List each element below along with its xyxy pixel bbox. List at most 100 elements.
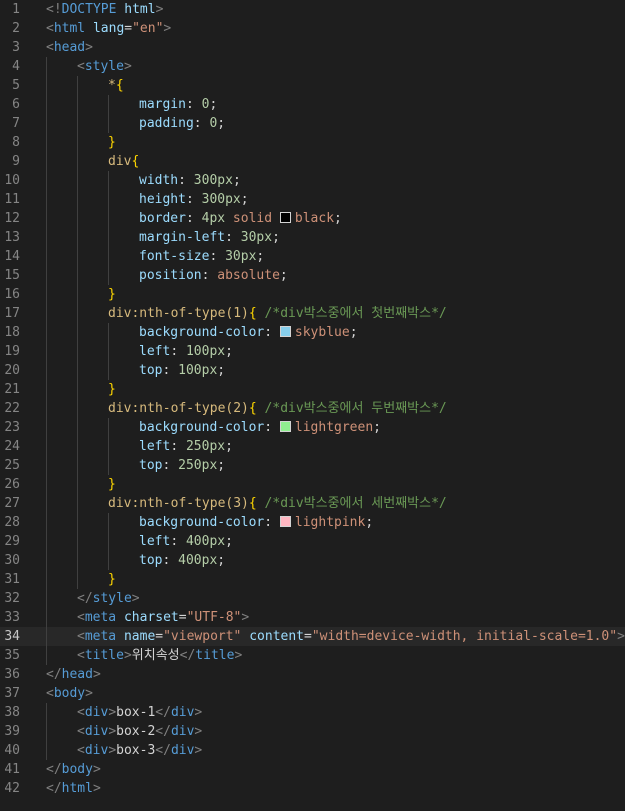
code-line[interactable]: 10 width: 300px; — [0, 171, 625, 190]
code-line[interactable]: 22 div:nth-of-type(2){ /*div박스중에서 두번째박스*/ — [0, 399, 625, 418]
code-line[interactable]: 17 div:nth-of-type(1){ /*div박스중에서 첫번째박스*/ — [0, 304, 625, 323]
indent-guide — [108, 114, 109, 133]
code-line[interactable]: 27 div:nth-of-type(3){ /*div박스중에서 세번째박스*/ — [0, 494, 625, 513]
code-token: "width=device-width, initial-scale=1.0" — [311, 629, 618, 644]
code-line[interactable]: 14 font-size: 30px; — [0, 247, 625, 266]
code-line[interactable]: 4 <style> — [0, 57, 625, 76]
code-line[interactable]: 9 div{ — [0, 152, 625, 171]
indent-guide — [108, 456, 109, 475]
indent-guide — [77, 266, 78, 285]
code-token: head — [61, 667, 93, 682]
line-number: 35 — [4, 648, 20, 663]
code-token: black — [294, 211, 335, 226]
code-line[interactable]: 12 border: 4px solid black; — [0, 209, 625, 228]
code-line[interactable]: 20 top: 100px; — [0, 361, 625, 380]
code-token: ; — [279, 268, 288, 283]
indent-guide — [77, 228, 78, 247]
color-swatch[interactable] — [279, 212, 291, 223]
code-line[interactable]: 34 <meta name="viewport" content="width=d… — [0, 627, 625, 646]
line-number: 12 — [4, 211, 20, 226]
code-token: solid — [225, 211, 280, 226]
code-token: meta — [84, 629, 117, 644]
code-token: > — [241, 610, 250, 625]
code-line[interactable]: 2 <html lang="en"> — [0, 19, 625, 38]
code-line[interactable]: 3 <head> — [0, 38, 625, 57]
indent-guide — [46, 95, 47, 114]
indent-guide — [108, 190, 109, 209]
indent-guide — [77, 380, 78, 399]
code-token: width — [139, 173, 179, 188]
code-line[interactable]: 41 </body> — [0, 760, 625, 779]
code-line[interactable]: 15 position: absolute; — [0, 266, 625, 285]
code-token: 400px — [178, 553, 218, 568]
code-token: 위치속성 — [131, 648, 180, 663]
code-editor[interactable]: 1 <!DOCTYPE html> 2 <html lang="en"> 3 <head>… — [0, 0, 625, 811]
code-line[interactable]: 42 </html> — [0, 779, 625, 798]
code-line[interactable]: 16} — [0, 285, 625, 304]
code-token: <! — [46, 2, 62, 17]
code-line[interactable]: 21} — [0, 380, 625, 399]
code-line[interactable]: 18 background-color: skyblue; — [0, 323, 625, 342]
code-line[interactable]: 39 <div>box-2</div> — [0, 722, 625, 741]
line-number: 23 — [4, 420, 20, 435]
color-swatch[interactable] — [279, 421, 291, 432]
code-token: body — [53, 686, 86, 701]
color-swatch[interactable] — [279, 516, 291, 527]
code-token: > — [108, 705, 117, 720]
code-token: /*div박스중에서 첫번째박스*/ — [256, 306, 447, 321]
code-token: : — [185, 192, 202, 207]
code-line[interactable]: 25 top: 250px; — [0, 456, 625, 475]
color-swatch[interactable] — [279, 326, 291, 337]
code-line[interactable]: 31} — [0, 570, 625, 589]
code-line[interactable]: 7 padding: 0; — [0, 114, 625, 133]
code-token: : — [185, 211, 202, 226]
code-line[interactable]: 40 <div>box-3</div> — [0, 741, 625, 760]
indent-guide — [46, 646, 47, 665]
code-line[interactable]: 29 left: 400px; — [0, 532, 625, 551]
code-token: </ — [46, 781, 62, 796]
code-line[interactable]: 32 </style> — [0, 589, 625, 608]
indent-guide — [77, 152, 78, 171]
line-number: 39 — [4, 724, 20, 739]
code-token: content — [241, 629, 305, 644]
code-line[interactable]: 19 left: 100px; — [0, 342, 625, 361]
code-token: < — [77, 648, 85, 663]
code-line[interactable]: 13 margin-left: 30px; — [0, 228, 625, 247]
code-line[interactable]: 26} — [0, 475, 625, 494]
code-line[interactable]: 23 background-color: lightgreen; — [0, 418, 625, 437]
code-line[interactable]: 24 left: 250px; — [0, 437, 625, 456]
code-token: : — [162, 458, 179, 473]
code-line[interactable]: 8} — [0, 133, 625, 152]
code-token: > — [155, 2, 164, 17]
code-line[interactable]: 11 height: 300px; — [0, 190, 625, 209]
code-line[interactable]: 28 background-color: lightpink; — [0, 513, 625, 532]
code-token: 300px — [201, 192, 241, 207]
code-line[interactable]: 1 <!DOCTYPE html> — [0, 0, 625, 19]
code-line[interactable]: 38 <div>box-1</div> — [0, 703, 625, 722]
code-token: name — [116, 629, 156, 644]
code-line[interactable]: 6 margin: 0; — [0, 95, 625, 114]
code-token: 30px — [225, 249, 257, 264]
code-token: : — [170, 439, 186, 454]
code-token: : — [193, 116, 210, 131]
code-token: background-color — [139, 515, 265, 530]
line-number: 33 — [4, 610, 20, 625]
code-token: > — [194, 743, 203, 758]
line-number: 13 — [4, 230, 20, 245]
code-token: padding — [139, 116, 194, 131]
indent-guide — [77, 361, 78, 380]
code-line[interactable]: 36 </head> — [0, 665, 625, 684]
line-number: 42 — [4, 781, 20, 796]
indent-guide — [77, 95, 78, 114]
code-line[interactable]: 37 <body> — [0, 684, 625, 703]
code-token: : — [162, 363, 179, 378]
code-line[interactable]: 35 <title>위치속성</title> — [0, 646, 625, 665]
code-line[interactable]: 30 top: 400px; — [0, 551, 625, 570]
code-line[interactable]: 33 <meta charset="UTF-8"> — [0, 608, 625, 627]
code-token: </ — [46, 762, 62, 777]
code-text: <style> — [77, 57, 132, 76]
code-token: ; — [334, 211, 342, 226]
code-token: > — [131, 591, 140, 606]
code-line[interactable]: 5 *{ — [0, 76, 625, 95]
code-token: ; — [209, 97, 218, 112]
